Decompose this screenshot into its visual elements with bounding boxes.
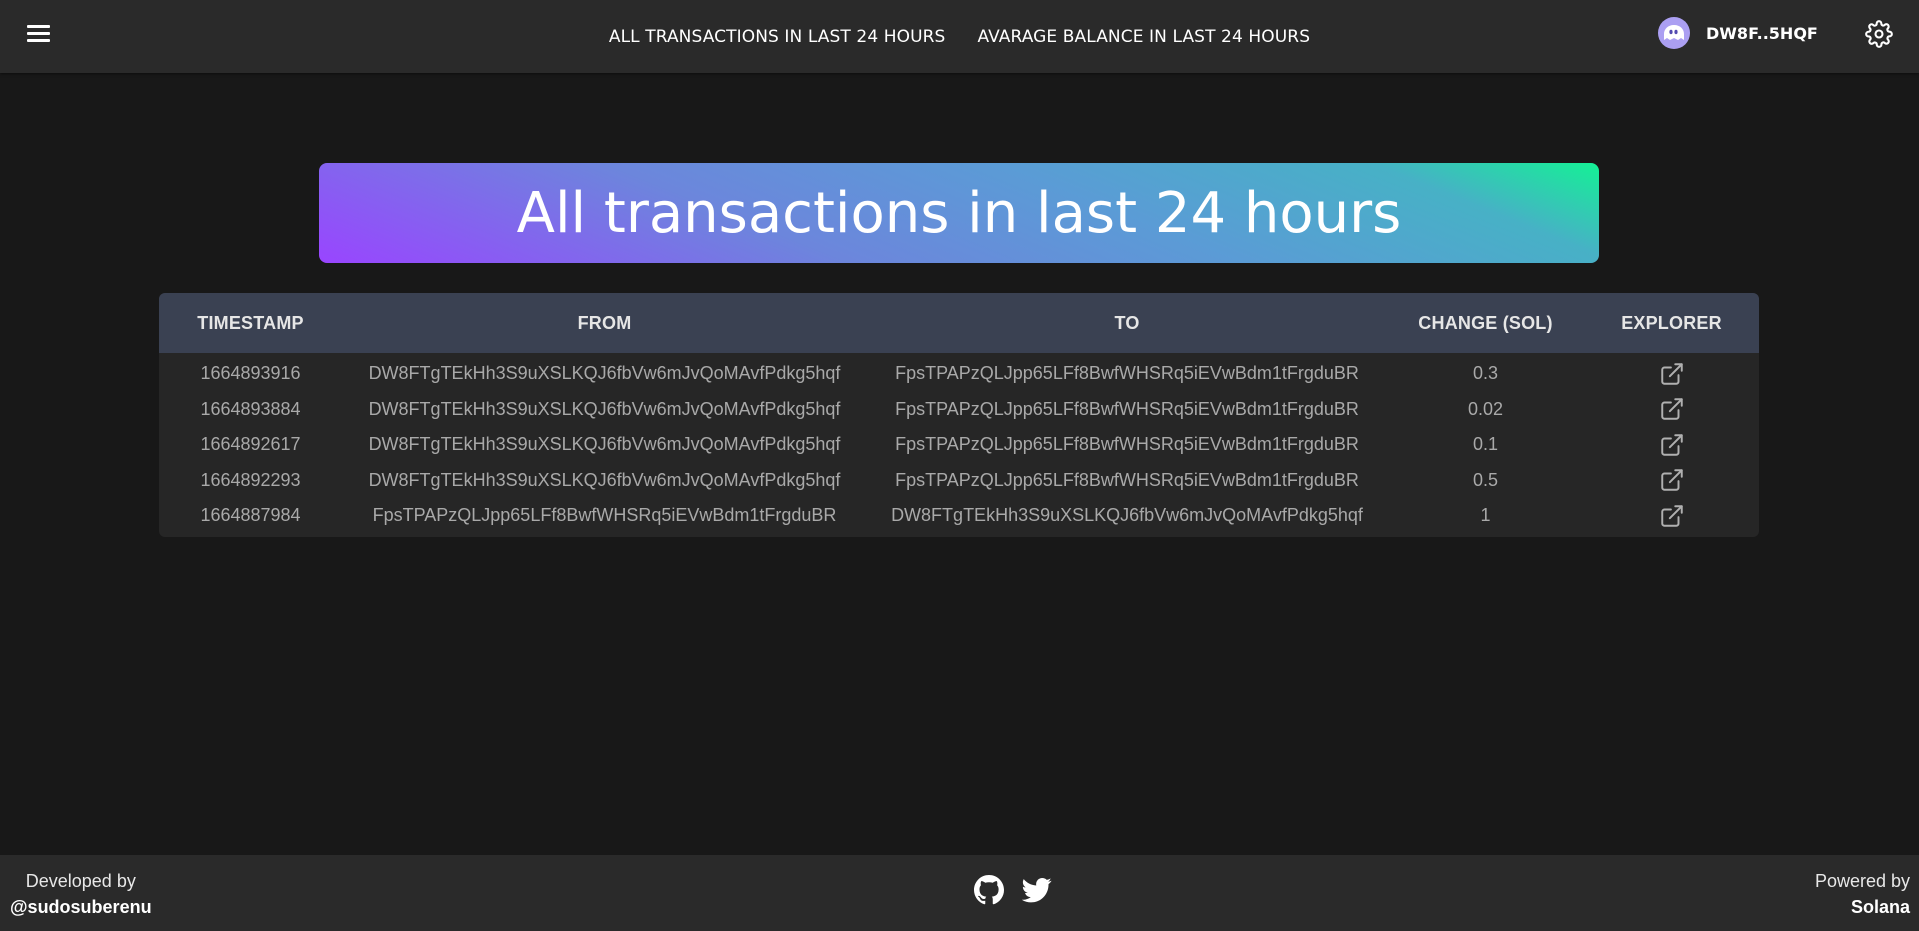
developed-by-label: Developed by [25,871,136,891]
powered-by-credit: Powered by Solana [1815,869,1910,921]
cell-from: DW8FTgTEkHh3S9uXSLKQJ6fbVw6mJvQoMAvfPdkg… [368,434,841,455]
column-header-change: CHANGE (SOL) [1418,312,1553,333]
cell-change: 1 [1480,505,1491,526]
cell-change: 0.5 [1472,469,1499,490]
wallet-address: DW8F..5HQF [1706,23,1818,43]
cell-timestamp: 1664893916 [200,363,301,384]
main-nav: ALL TRANSACTIONS IN LAST 24 HOURS AVARAG… [0,0,1919,73]
external-link-icon[interactable] [1659,361,1685,387]
github-icon[interactable] [974,875,1004,905]
cell-to: FpsTPAPzQLJpp65LFf8BwfWHSRq5iEVwBdm1tFrg… [895,398,1359,419]
cell-explorer [1584,427,1759,463]
column-header-to: TO [1114,312,1140,333]
nav-average-balance[interactable]: AVARAGE BALANCE IN LAST 24 HOURS [977,27,1310,47]
external-link-icon[interactable] [1659,396,1685,422]
external-link-icon[interactable] [1659,503,1685,529]
cell-timestamp: 1664893884 [200,398,301,419]
cell-change: 0.02 [1467,398,1504,419]
cell-from: DW8FTgTEkHh3S9uXSLKQJ6fbVw6mJvQoMAvfPdkg… [368,398,841,419]
twitter-icon[interactable] [1021,875,1052,905]
cell-explorer [1584,463,1759,499]
hamburger-menu-icon[interactable] [27,22,51,46]
column-header-explorer: EXPLORER [1621,312,1722,333]
cell-to: FpsTPAPzQLJpp65LFf8BwfWHSRq5iEVwBdm1tFrg… [895,434,1359,455]
table-row: 1664892617 DW8FTgTEkHh3S9uXSLKQJ6fbVw6mJv… [159,427,1759,463]
transactions-table: TIMESTAMP FROM TO CHANGE (SOL) EXPLORER … [159,293,1759,537]
developer-credit: Developed by @sudosuberenu [10,869,152,921]
external-link-icon[interactable] [1659,432,1685,458]
table-row: 1664892293 DW8FTgTEkHh3S9uXSLKQJ6fbVw6mJv… [159,463,1759,499]
cell-explorer [1584,353,1759,392]
gear-icon[interactable] [1865,20,1893,48]
powered-by-label: Powered by [1814,871,1910,891]
column-header-timestamp: TIMESTAMP [197,312,304,333]
cell-to: FpsTPAPzQLJpp65LFf8BwfWHSRq5iEVwBdm1tFrg… [895,363,1359,384]
table-header-row: TIMESTAMP FROM TO CHANGE (SOL) EXPLORER [159,293,1759,353]
cell-timestamp: 1664887984 [200,505,301,526]
powered-by-brand: Solana [1850,897,1910,917]
cell-change: 0.1 [1472,434,1499,455]
top-bar: ALL TRANSACTIONS IN LAST 24 HOURS AVARAG… [0,0,1919,73]
page-title: All transactions in last 24 hours [516,180,1402,246]
table-row: 1664893884 DW8FTgTEkHh3S9uXSLKQJ6fbVw6mJv… [159,392,1759,428]
wallet-button[interactable]: DW8F..5HQF [1658,17,1818,49]
cell-to: DW8FTgTEkHh3S9uXSLKQJ6fbVw6mJvQoMAvfPdkg… [891,505,1363,526]
cell-change: 0.3 [1472,363,1499,384]
cell-explorer [1584,392,1759,428]
nav-all-transactions[interactable]: ALL TRANSACTIONS IN LAST 24 HOURS [609,27,946,47]
cell-from: FpsTPAPzQLJpp65LFf8BwfWHSRq5iEVwBdm1tFrg… [372,505,837,526]
table-row: 1664887984 FpsTPAPzQLJpp65LFf8BwfWHSRq5iE… [159,498,1759,537]
cell-from: DW8FTgTEkHh3S9uXSLKQJ6fbVw6mJvQoMAvfPdkg… [368,469,841,490]
cell-to: FpsTPAPzQLJpp65LFf8BwfWHSRq5iEVwBdm1tFrg… [895,469,1359,490]
cell-from: DW8FTgTEkHh3S9uXSLKQJ6fbVw6mJvQoMAvfPdkg… [368,363,841,384]
developer-handle-link[interactable]: @sudosuberenu [10,893,152,921]
column-header-from: FROM [577,312,632,333]
cell-explorer [1584,498,1759,537]
page-banner: All transactions in last 24 hours [319,163,1599,263]
cell-timestamp: 1664892293 [200,469,301,490]
footer: Developed by @sudosuberenu Powered by So… [0,855,1919,931]
social-links [974,875,1052,905]
phantom-ghost-icon [1658,17,1690,49]
external-link-icon[interactable] [1659,467,1685,493]
table-row: 1664893916 DW8FTgTEkHh3S9uXSLKQJ6fbVw6mJv… [159,353,1759,392]
cell-timestamp: 1664892617 [200,434,301,455]
